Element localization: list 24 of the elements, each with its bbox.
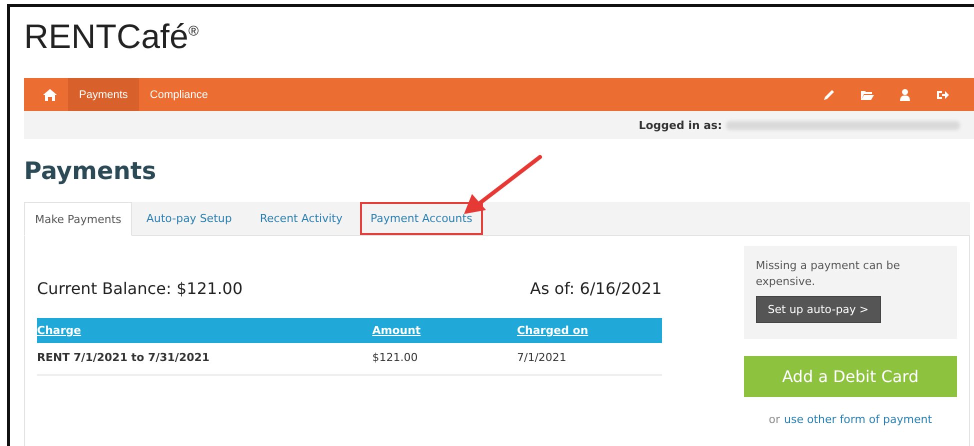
tab[interactable]: Auto-pay Setup — [135, 202, 243, 235]
tab[interactable]: Payment Accounts — [360, 202, 484, 235]
current-balance: Current Balance: $121.00 — [37, 279, 243, 298]
pencil-icon[interactable] — [822, 88, 836, 102]
tab[interactable]: Recent Activity — [248, 202, 354, 235]
nav-item[interactable]: Payments — [68, 78, 139, 111]
column-header[interactable]: Charge — [37, 324, 82, 337]
tab[interactable]: Make Payments — [24, 202, 132, 236]
nav-item[interactable]: Compliance — [138, 78, 220, 111]
add-debit-card-button[interactable]: Add a Debit Card — [744, 356, 957, 397]
or-text: or — [768, 413, 780, 426]
home-icon — [43, 88, 57, 102]
as-of-date: As of: 6/16/2021 — [530, 279, 662, 298]
table-cell: RENT 7/1/2021 to 7/31/2021 — [37, 343, 372, 375]
other-payment-link[interactable]: use other form of payment — [784, 413, 932, 426]
table-cell: $121.00 — [372, 343, 517, 375]
column-header[interactable]: Amount — [372, 324, 421, 337]
user-icon[interactable] — [898, 88, 912, 102]
autopay-message: Missing a payment can be expensive. — [756, 258, 902, 290]
table-cell: 7/1/2021 — [516, 343, 662, 375]
page-title: Payments — [24, 157, 156, 185]
logged-in-label: Logged in as: — [638, 118, 722, 132]
autopay-button[interactable]: Set up auto-pay > — [756, 296, 881, 323]
rentcafe-logo: RENTCafé$^{®}$ — [24, 18, 199, 58]
